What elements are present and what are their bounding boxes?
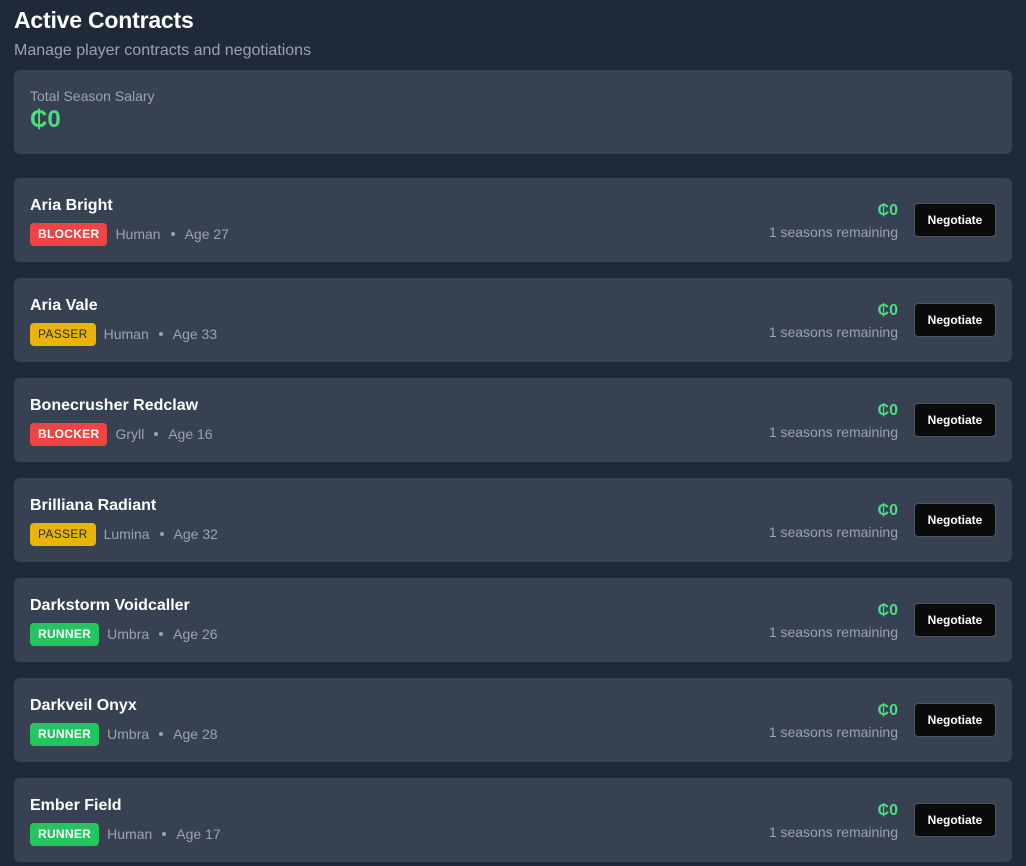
player-age: Age 26 xyxy=(173,626,218,642)
negotiate-button[interactable]: Negotiate xyxy=(914,703,996,737)
player-meta: PASSER Lumina Age 32 xyxy=(30,522,218,546)
contract-row: Ember Field RUNNER Human Age 17 ₵0 1 sea… xyxy=(14,778,1012,862)
negotiate-button[interactable]: Negotiate xyxy=(914,203,996,237)
player-name: Darkveil Onyx xyxy=(30,697,137,714)
player-meta: PASSER Human Age 33 xyxy=(30,322,217,346)
contract-terms: ₵0 1 seasons remaining xyxy=(769,202,898,240)
contract-salary: ₵0 xyxy=(877,202,898,219)
total-salary-label: Total Season Salary xyxy=(30,88,155,104)
player-age: Age 33 xyxy=(172,326,218,342)
seasons-remaining: 1 seasons remaining xyxy=(768,324,898,340)
player-meta: RUNNER Umbra Age 26 xyxy=(30,622,218,646)
page-subtitle: Manage player contracts and negotiations xyxy=(14,42,312,59)
player-name: Aria Vale xyxy=(30,297,98,314)
contract-terms: ₵0 1 seasons remaining xyxy=(769,802,898,840)
contract-row: Aria Bright BLOCKER Human Age 27 ₵0 1 se… xyxy=(14,178,1012,262)
separator-dot xyxy=(159,632,164,636)
contract-row: Bonecrusher Redclaw BLOCKER Gryll Age 16… xyxy=(14,378,1012,462)
separator-dot xyxy=(159,532,164,536)
player-name: Ember Field xyxy=(30,797,122,814)
position-badge: RUNNER xyxy=(30,822,100,846)
position-badge: RUNNER xyxy=(30,722,100,746)
player-name: Brilliana Radiant xyxy=(30,497,157,514)
contract-salary: ₵0 xyxy=(877,602,898,619)
contract-salary: ₵0 xyxy=(877,702,898,719)
negotiate-button[interactable]: Negotiate xyxy=(914,503,996,537)
contract-terms: ₵0 1 seasons remaining xyxy=(769,402,898,440)
player-meta: RUNNER Umbra Age 28 xyxy=(30,722,218,746)
player-race: Gryll xyxy=(115,426,145,442)
contract-row: Brilliana Radiant PASSER Lumina Age 32 ₵… xyxy=(14,478,1012,562)
contract-salary: ₵0 xyxy=(877,802,898,819)
player-race: Umbra xyxy=(107,626,150,642)
contract-terms: ₵0 1 seasons remaining xyxy=(769,602,898,640)
contract-salary: ₵0 xyxy=(877,502,898,519)
player-race: Human xyxy=(115,226,161,242)
page-title: Active Contracts xyxy=(14,7,194,33)
contract-terms: ₵0 1 seasons remaining xyxy=(769,302,898,340)
player-meta: BLOCKER Gryll Age 16 xyxy=(30,422,213,446)
separator-dot xyxy=(162,832,167,836)
negotiate-button[interactable]: Negotiate xyxy=(914,303,996,337)
player-meta: BLOCKER Human Age 27 xyxy=(30,222,229,246)
player-race: Human xyxy=(107,826,153,842)
seasons-remaining: 1 seasons remaining xyxy=(768,424,898,440)
player-age: Age 32 xyxy=(173,526,218,542)
position-badge: PASSER xyxy=(30,522,96,546)
player-race: Human xyxy=(103,326,149,342)
separator-dot xyxy=(159,732,164,736)
negotiate-button[interactable]: Negotiate xyxy=(914,403,996,437)
position-badge: RUNNER xyxy=(30,622,100,646)
seasons-remaining: 1 seasons remaining xyxy=(768,724,898,740)
negotiate-button[interactable]: Negotiate xyxy=(914,803,996,837)
seasons-remaining: 1 seasons remaining xyxy=(768,824,898,840)
total-salary-value: ₵0 xyxy=(30,106,61,133)
separator-dot xyxy=(154,432,159,436)
contract-salary: ₵0 xyxy=(877,402,898,419)
position-badge: PASSER xyxy=(30,322,96,346)
player-name: Aria Bright xyxy=(30,197,113,214)
contracts-page: Active Contracts Manage player contracts… xyxy=(0,0,1026,866)
position-badge: BLOCKER xyxy=(30,422,108,446)
player-age: Age 17 xyxy=(176,826,221,842)
player-name: Darkstorm Voidcaller xyxy=(30,597,190,614)
separator-dot xyxy=(170,232,175,236)
seasons-remaining: 1 seasons remaining xyxy=(768,224,898,240)
negotiate-button[interactable]: Negotiate xyxy=(914,603,996,637)
seasons-remaining: 1 seasons remaining xyxy=(768,524,898,540)
seasons-remaining: 1 seasons remaining xyxy=(768,624,898,640)
player-race: Lumina xyxy=(103,526,150,542)
total-salary-card: Total Season Salary ₵0 xyxy=(14,70,1012,154)
player-name: Bonecrusher Redclaw xyxy=(30,397,199,414)
contract-terms: ₵0 1 seasons remaining xyxy=(769,502,898,540)
position-badge: BLOCKER xyxy=(30,222,108,246)
contract-row: Darkveil Onyx RUNNER Umbra Age 28 ₵0 1 s… xyxy=(14,678,1012,762)
contract-list: Aria Bright BLOCKER Human Age 27 ₵0 1 se… xyxy=(14,178,1012,862)
player-meta: RUNNER Human Age 17 xyxy=(30,822,221,846)
player-race: Umbra xyxy=(107,726,150,742)
player-age: Age 16 xyxy=(168,426,213,442)
player-age: Age 27 xyxy=(184,226,229,242)
contract-row: Aria Vale PASSER Human Age 33 ₵0 1 seaso… xyxy=(14,278,1012,362)
contract-terms: ₵0 1 seasons remaining xyxy=(769,702,898,740)
player-age: Age 28 xyxy=(173,726,218,742)
contract-row: Darkstorm Voidcaller RUNNER Umbra Age 26… xyxy=(14,578,1012,662)
separator-dot xyxy=(158,332,163,336)
contract-salary: ₵0 xyxy=(877,302,898,319)
